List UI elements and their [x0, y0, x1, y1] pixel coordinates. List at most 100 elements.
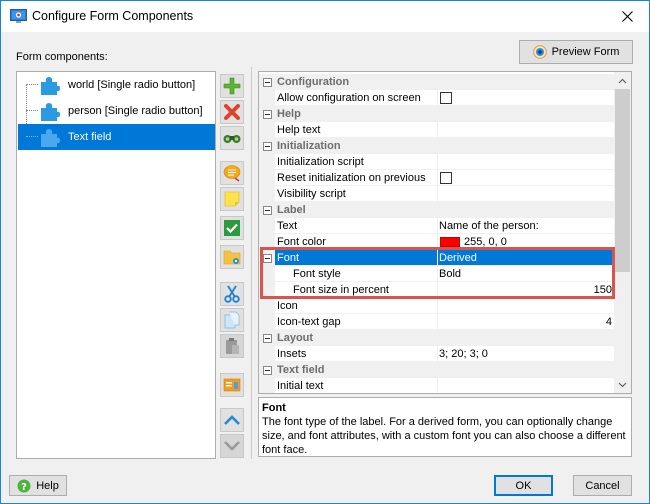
collapse-icon[interactable]: [263, 366, 272, 375]
property-row[interactable]: Insets 3; 20; 3; 0: [259, 346, 614, 362]
scrollbar-thumb[interactable]: [615, 89, 630, 272]
preview-form-label: Preview Form: [551, 46, 620, 58]
tree-item-label: Text field: [68, 131, 112, 143]
collapse-icon[interactable]: [263, 110, 272, 119]
property-value[interactable]: Derived: [437, 250, 614, 266]
property-row[interactable]: Help text: [259, 122, 614, 138]
property-value[interactable]: [437, 298, 614, 314]
sticky-note-icon: [224, 191, 240, 207]
form-image-icon: [223, 378, 241, 392]
ok-button[interactable]: OK: [494, 475, 553, 496]
property-value[interactable]: Bold: [437, 266, 614, 282]
property-value[interactable]: 150: [437, 282, 614, 298]
speech-bubble-icon: [223, 165, 241, 182]
splitter[interactable]: [251, 67, 252, 459]
property-value[interactable]: [437, 90, 614, 106]
delete-x-icon: [224, 104, 240, 120]
property-value[interactable]: [437, 378, 614, 393]
row-gutter: [259, 378, 275, 393]
tree-item-person[interactable]: person [Single radio button]: [18, 98, 215, 124]
property-row[interactable]: Reset initialization on previous: [259, 170, 614, 186]
configure-form-components-dialog: Configure Form Components Form component…: [0, 0, 650, 504]
form-components-tree[interactable]: world [Single radio button] person [Sing…: [16, 71, 216, 459]
comment-button[interactable]: [220, 161, 244, 185]
properties-scrollbar[interactable]: [614, 72, 631, 393]
property-name: Reset initialization on previous: [277, 172, 426, 184]
property-value[interactable]: [437, 122, 614, 138]
property-row[interactable]: Initial text: [259, 378, 614, 393]
delete-button[interactable]: [220, 100, 244, 124]
property-value[interactable]: 4: [437, 314, 614, 330]
description-title: Font: [262, 402, 286, 414]
form-preview-button[interactable]: [220, 373, 244, 397]
collapse-icon[interactable]: [263, 78, 272, 87]
property-row[interactable]: Initialization script: [259, 154, 614, 170]
help-button[interactable]: ? Help: [9, 475, 67, 496]
svg-text:?: ?: [21, 482, 27, 493]
puzzle-icon: [41, 103, 60, 121]
property-row[interactable]: Text Name of the person:: [259, 218, 614, 234]
property-category[interactable]: Initialization: [259, 138, 614, 154]
help-label: Help: [36, 479, 59, 492]
properties-grid[interactable]: Configuration Allow configuration on scre…: [258, 71, 632, 394]
check-button[interactable]: [220, 216, 244, 240]
property-value[interactable]: [437, 170, 614, 186]
paste-button[interactable]: [220, 334, 244, 358]
property-row[interactable]: Font style Bold: [259, 266, 614, 282]
property-category[interactable]: Text field: [259, 362, 614, 378]
property-name: Font size in percent: [293, 284, 389, 296]
checkbox[interactable]: [440, 172, 452, 184]
property-name: Initialization script: [277, 156, 364, 168]
property-name: Help text: [277, 124, 321, 136]
chevron-up-icon: [618, 78, 627, 83]
tree-item-world[interactable]: world [Single radio button]: [18, 72, 215, 98]
collapse-icon[interactable]: [263, 334, 272, 343]
property-value[interactable]: Name of the person:: [437, 218, 614, 234]
collapse-icon[interactable]: [263, 254, 272, 263]
collapse-icon[interactable]: [263, 142, 272, 151]
property-row[interactable]: Visibility script: [259, 186, 614, 202]
property-row[interactable]: Icon: [259, 298, 614, 314]
tree-item-text-field[interactable]: Text field: [18, 124, 215, 150]
move-up-button[interactable]: [220, 408, 244, 432]
property-category[interactable]: Label: [259, 202, 614, 218]
description-text: The font type of the label. For a derive…: [262, 416, 626, 456]
checkbox[interactable]: [440, 92, 452, 104]
copy-icon: [224, 311, 240, 329]
note-button[interactable]: [220, 187, 244, 211]
property-category[interactable]: Help: [259, 106, 614, 122]
scissors-icon: [224, 285, 240, 303]
property-row[interactable]: Font color 255, 0, 0: [259, 234, 614, 250]
folder-settings-button[interactable]: [220, 245, 244, 269]
property-value[interactable]: [437, 186, 614, 202]
row-gutter: [259, 282, 275, 298]
add-button[interactable]: [220, 74, 244, 98]
property-value-text: Name of the person:: [439, 220, 539, 232]
property-row[interactable]: Font Derived: [259, 250, 614, 266]
chevron-down-icon: [618, 382, 627, 387]
property-name: Allow configuration on screen: [277, 92, 421, 104]
scroll-down-button[interactable]: [614, 376, 631, 393]
property-name: Visibility script: [277, 188, 346, 200]
property-value-text: Derived: [439, 252, 477, 264]
tree-connector: [26, 136, 38, 137]
scroll-up-button[interactable]: [614, 72, 631, 89]
preview-form-button[interactable]: Preview Form: [519, 40, 633, 64]
property-row[interactable]: Font size in percent 150: [259, 282, 614, 298]
cancel-button[interactable]: Cancel: [573, 475, 632, 496]
property-value[interactable]: 255, 0, 0: [437, 234, 614, 250]
close-button[interactable]: [605, 1, 649, 32]
collapse-icon[interactable]: [263, 206, 272, 215]
property-value[interactable]: [437, 154, 614, 170]
find-button[interactable]: [220, 126, 244, 150]
copy-button[interactable]: [220, 308, 244, 332]
property-row[interactable]: Allow configuration on screen: [259, 90, 614, 106]
binoculars-icon: [223, 135, 241, 143]
property-category[interactable]: Configuration: [259, 74, 614, 90]
cut-button[interactable]: [220, 282, 244, 306]
row-gutter: [259, 234, 275, 250]
property-category[interactable]: Layout: [259, 330, 614, 346]
property-value[interactable]: 3; 20; 3; 0: [437, 346, 614, 362]
property-row[interactable]: Icon-text gap 4: [259, 314, 614, 330]
move-down-button[interactable]: [220, 434, 244, 458]
